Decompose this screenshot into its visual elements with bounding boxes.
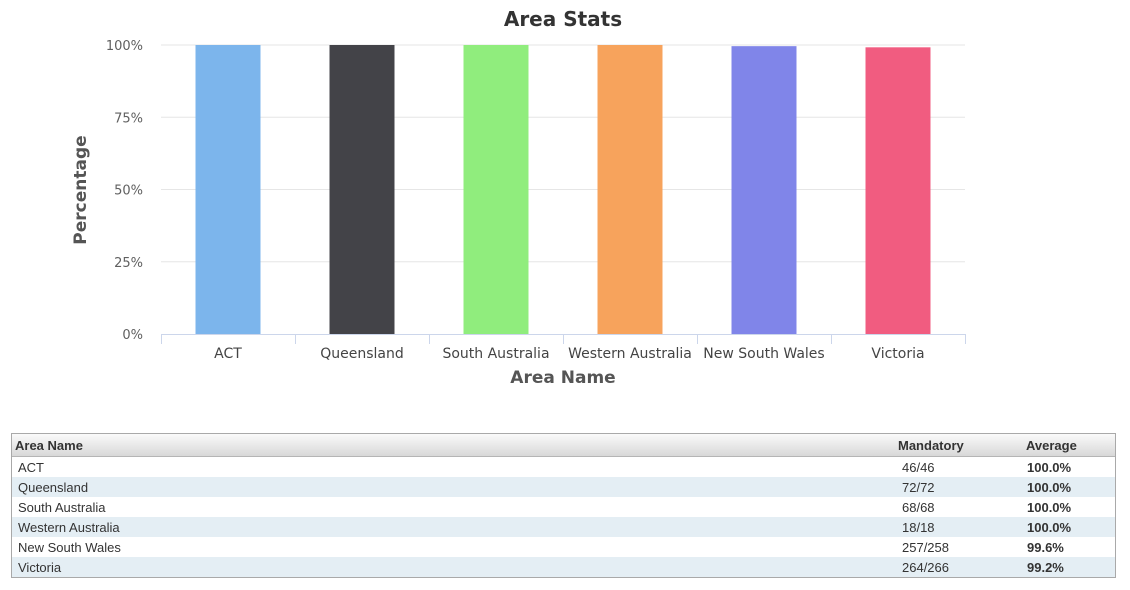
cell-area-name: New South Wales xyxy=(18,539,121,555)
cell-area-name: Victoria xyxy=(12,557,898,577)
cell-average: 100.0% xyxy=(1023,517,1115,537)
y-axis-label: Percentage xyxy=(71,135,91,244)
bar[interactable] xyxy=(597,45,663,334)
y-tick-label: 75% xyxy=(114,111,143,126)
y-tick-label: 0% xyxy=(122,328,143,343)
table-row: ACT 46/46 100.0% xyxy=(12,457,1115,478)
cell-area-name: Queensland xyxy=(12,477,898,497)
bar[interactable] xyxy=(731,46,797,334)
cell-average: 99.6% xyxy=(1027,539,1064,555)
table-row: Victoria 264/266 99.2% xyxy=(12,557,1115,577)
x-tick-label: Queensland xyxy=(320,346,404,362)
table-row: Queensland 72/72 100.0% xyxy=(12,477,1115,497)
x-tick-label: Victoria xyxy=(871,346,924,362)
x-tick-label: ACT xyxy=(214,346,242,362)
cell-area-name: ACT xyxy=(18,459,44,475)
cell-mandatory: 18/18 xyxy=(898,517,1023,537)
y-tick-label: 100% xyxy=(106,39,143,54)
cell-mandatory: 264/266 xyxy=(898,557,1023,577)
bar[interactable] xyxy=(195,45,261,334)
cell-mandatory: 46/46 xyxy=(902,459,935,475)
area-stats-table: Area Name Mandatory Average ACT 46/46 10… xyxy=(11,433,1116,578)
area-stats-chart: Area Stats 0% 25% 50% 75% 100% ACT Queensland… xyxy=(71,7,966,388)
cell-mandatory: 257/258 xyxy=(902,539,949,555)
header-area-name[interactable]: Area Name xyxy=(12,434,898,457)
x-tick-label: South Australia xyxy=(442,346,549,362)
bar[interactable] xyxy=(329,45,395,334)
x-tick-label: New South Wales xyxy=(703,346,824,362)
table-row: New South Wales 257/258 99.6% xyxy=(12,537,1115,557)
cell-area-name: South Australia xyxy=(18,499,106,515)
x-axis xyxy=(161,334,966,344)
table-header-row: Area Name Mandatory Average xyxy=(12,434,1115,457)
x-tick-label: Western Australia xyxy=(568,346,692,362)
chart-title: Area Stats xyxy=(504,7,622,31)
table-row: South Australia 68/68 100.0% xyxy=(12,497,1115,517)
y-tick-labels: 0% 25% 50% 75% 100% xyxy=(106,39,143,343)
y-tick-label: 25% xyxy=(114,256,143,271)
table-row: Western Australia 18/18 100.0% xyxy=(12,517,1115,537)
cell-mandatory: 72/72 xyxy=(898,477,1023,497)
cell-average: 99.2% xyxy=(1023,557,1115,577)
x-axis-label: Area Name xyxy=(510,368,615,388)
cell-average: 100.0% xyxy=(1023,477,1115,497)
y-gridlines xyxy=(161,44,965,263)
header-mandatory[interactable]: Mandatory xyxy=(898,434,1023,457)
y-tick-label: 50% xyxy=(114,184,143,199)
x-tick-labels: ACT Queensland South Australia Western Aust… xyxy=(214,346,924,362)
cell-average: 100.0% xyxy=(1027,459,1072,475)
cell-area-name: Western Australia xyxy=(12,517,898,537)
bar[interactable] xyxy=(463,45,529,334)
bar[interactable] xyxy=(865,47,931,334)
header-average[interactable]: Average xyxy=(1023,434,1115,457)
cell-average: 100.0% xyxy=(1027,499,1072,515)
cell-mandatory: 68/68 xyxy=(902,499,935,515)
